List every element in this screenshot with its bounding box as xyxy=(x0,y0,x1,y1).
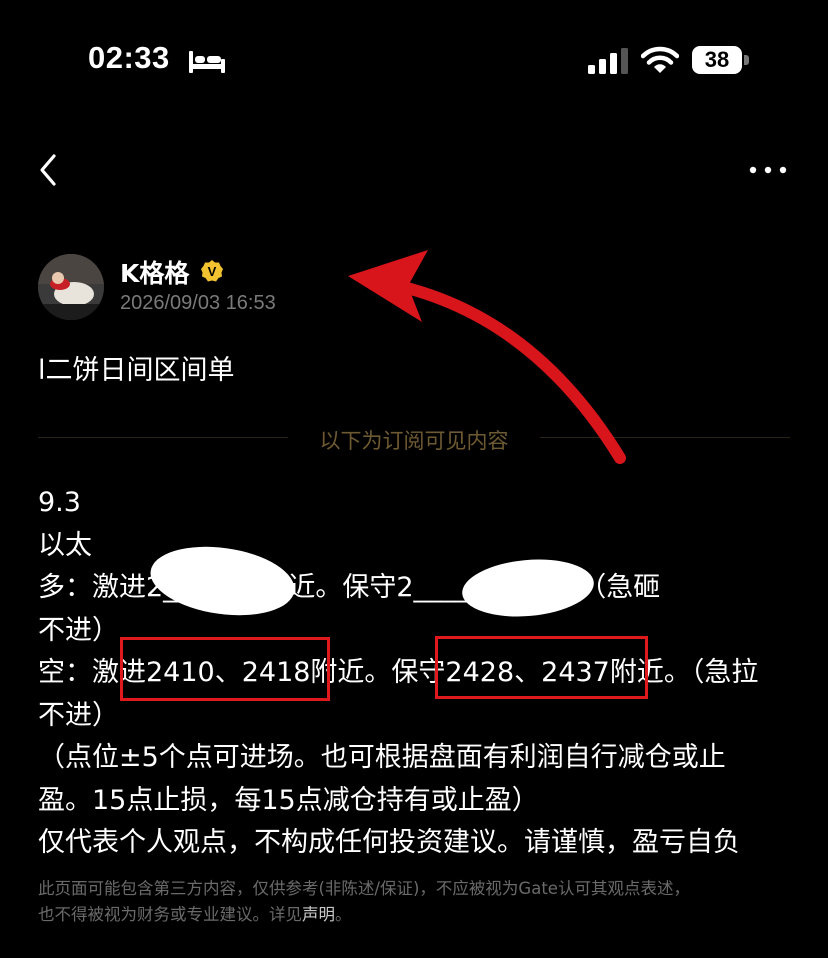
content-line: 9.3 xyxy=(38,487,81,518)
status-time: 02:33 xyxy=(88,40,170,75)
battery-icon: 38 xyxy=(692,46,752,76)
avatar-image xyxy=(38,254,104,320)
author-name[interactable]: K格格 xyxy=(120,254,189,290)
back-chevron-icon[interactable] xyxy=(36,150,66,190)
content-line: 以太 xyxy=(38,529,92,561)
cellular-signal-icon xyxy=(588,48,628,74)
subscriber-divider-label: 以下为订阅可见内容 xyxy=(319,429,509,453)
highlight-box xyxy=(435,636,648,699)
content-line: 仅代表个人观点，不构成任何投资建议。请谨慎，盈亏自负 xyxy=(38,827,740,858)
statement-link[interactable]: 声明 xyxy=(302,905,335,924)
highlight-box xyxy=(120,637,330,701)
content-line: 盈。15点止损，每15点减仓持有或止盈） xyxy=(38,784,539,816)
post-timestamp: 2026/09/03 16:53 xyxy=(120,292,276,314)
disclaimer-end: 。 xyxy=(335,905,352,924)
verified-badge-icon: V xyxy=(201,260,223,282)
wifi-icon xyxy=(641,46,679,73)
more-dots-icon[interactable] xyxy=(748,160,788,180)
battery-level: 38 xyxy=(704,47,730,72)
avatar[interactable] xyxy=(38,254,104,320)
post-title: l二饼日间区间单 xyxy=(38,355,235,386)
disclaimer: 此页面可能包含第三方内容，仅供参考(非陈述/保证)，不应被视为Gate认可其观点… xyxy=(38,876,798,928)
verified-badge-letter: V xyxy=(208,264,217,279)
content-line: （点位±5个点可进场。也可根据盘面有利润自行减仓或止 xyxy=(38,742,726,773)
disclaimer-line: 也不得被视为财务或专业建议。详见声明。 xyxy=(38,902,798,928)
disclaimer-text: 也不得被视为财务或专业建议。详见 xyxy=(38,905,302,924)
disclaimer-line: 此页面可能包含第三方内容，仅供参考(非陈述/保证)，不应被视为Gate认可其观点… xyxy=(38,879,690,898)
sleep-bed-icon xyxy=(189,51,225,73)
